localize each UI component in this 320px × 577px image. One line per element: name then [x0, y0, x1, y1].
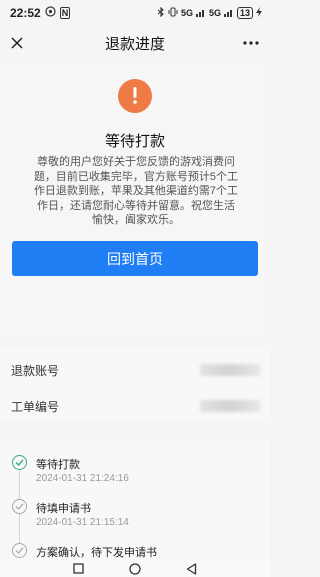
timeline-step-title: 待填申请书 — [36, 503, 91, 515]
refund-account-row: 退款账号 — [0, 352, 270, 388]
system-nav-bar — [0, 560, 270, 577]
ticket-number-value-blurred — [200, 400, 260, 412]
bluetooth-icon — [157, 6, 165, 19]
network-badge: 5G — [208, 8, 221, 18]
home-button[interactable] — [128, 562, 142, 576]
timeline-connector — [19, 514, 20, 544]
status-panel: 等待打款 尊敬的用户您好关于您反馈的游戏消费问题，目前已收集完毕，官方账号预计5… — [0, 60, 270, 340]
back-button[interactable] — [185, 562, 199, 576]
ticket-number-label: 工单编号 — [11, 399, 60, 414]
battery-indicator: 13 — [236, 7, 253, 19]
status-description: 尊敬的用户您好关于您反馈的游戏消费问题，目前已收集完毕，官方账号预计5个工作日退… — [33, 156, 239, 226]
triangle-back-icon — [186, 562, 197, 575]
more-button[interactable] — [240, 32, 262, 54]
nav-bar: 退款进度 — [0, 26, 270, 60]
vibrate-icon — [168, 7, 178, 19]
signal-icon — [223, 8, 234, 19]
network-badge: 5G — [180, 8, 193, 18]
status-right: 5G 5G 13 — [157, 6, 262, 19]
refund-account-label: 退款账号 — [11, 363, 60, 378]
status-title: 等待打款 — [104, 133, 165, 150]
more-icon — [243, 41, 259, 45]
timeline-step-time: 2024-01-31 21:24:16 — [36, 473, 129, 484]
timeline-step-done-icon — [12, 499, 27, 514]
close-button[interactable] — [6, 32, 28, 54]
page-title: 退款进度 — [104, 35, 165, 53]
timeline-step-title: 等待打款 — [36, 459, 80, 471]
timeline-step-done-icon — [12, 543, 27, 558]
progress-timeline: 等待打款 2024-01-31 21:24:16 待填申请书 2024-01-3… — [0, 440, 270, 560]
timeline-step-time: 2024-01-31 21:15:14 — [36, 517, 129, 528]
info-card: 退款账号 工单编号 — [0, 346, 270, 422]
signal-icon — [195, 8, 206, 19]
timeline-step-title: 方案确认，待下发申请书 — [36, 547, 157, 559]
recent-apps-button[interactable] — [71, 562, 85, 576]
close-icon — [11, 37, 23, 49]
square-icon — [73, 563, 84, 574]
refund-account-value-blurred — [200, 364, 260, 376]
notification-icon — [45, 6, 56, 20]
warning-icon — [118, 79, 152, 113]
status-bar: 22:52 N 5G 5G 13 — [0, 0, 270, 26]
status-time: 22:52 — [10, 6, 41, 20]
back-home-button[interactable]: 回到首页 — [12, 241, 258, 276]
nfc-icon: N — [59, 7, 71, 19]
timeline-step-active-icon — [12, 455, 27, 470]
timeline-connector — [19, 469, 20, 499]
status-left: 22:52 N — [10, 6, 71, 20]
circle-icon — [129, 562, 141, 575]
charging-icon — [256, 7, 262, 19]
ticket-number-row: 工单编号 — [0, 388, 270, 424]
